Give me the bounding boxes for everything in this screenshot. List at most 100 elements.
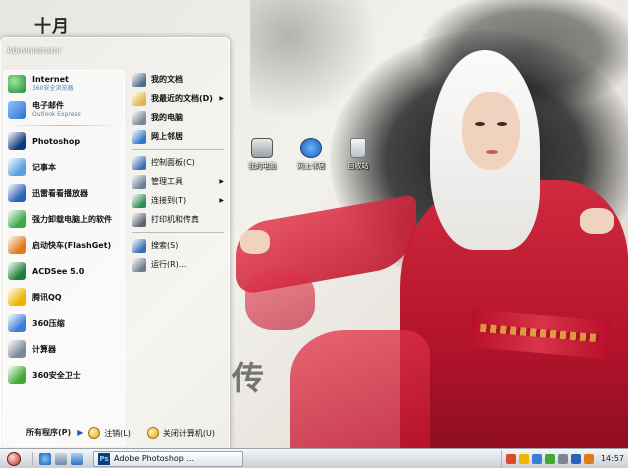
start-item-label: Photoshop bbox=[32, 136, 81, 146]
places-item-network[interactable]: 网上邻居 bbox=[128, 127, 228, 146]
desktop-icon-label: 网上邻居 bbox=[297, 162, 325, 170]
media-player-icon[interactable] bbox=[71, 452, 83, 465]
places-item-label: 管理工具 bbox=[151, 177, 183, 186]
start-item-360-safe[interactable]: 360安全卫士 bbox=[4, 362, 124, 388]
network-icon bbox=[300, 138, 322, 158]
start-item-compress[interactable]: 360压缩 bbox=[4, 310, 124, 336]
taskbar-button-photoshop[interactable]: Ps Adobe Photoshop ... bbox=[93, 450, 243, 467]
red-sleeve-fold bbox=[245, 270, 315, 330]
photoshop-icon: Ps bbox=[98, 452, 110, 465]
xunlei-tray-icon[interactable] bbox=[570, 453, 581, 464]
start-item-photoshop[interactable]: Photoshop bbox=[4, 128, 124, 154]
places-item-control-panel[interactable]: 控制面板(C) bbox=[128, 153, 228, 172]
start-button[interactable] bbox=[2, 450, 26, 468]
start-item-qq[interactable]: 腾讯QQ bbox=[4, 284, 124, 310]
qq-tray-icon[interactable] bbox=[518, 453, 529, 464]
desktop-icon-my-computer[interactable]: 我的电脑 bbox=[240, 138, 284, 171]
places-item-connect[interactable]: 连接到(T) ▶ bbox=[128, 191, 228, 210]
acdsee-icon bbox=[8, 262, 26, 280]
places-item-recent-docs[interactable]: 我最近的文档(D) ▶ bbox=[128, 89, 228, 108]
shutdown-button[interactable]: 关闭计算机(U) bbox=[146, 427, 215, 439]
power-icon bbox=[146, 427, 159, 439]
desktop-icon-recycle-bin[interactable]: 回收站 bbox=[336, 138, 380, 171]
start-item-notepad[interactable]: 记事本 bbox=[4, 154, 124, 180]
places-item-run[interactable]: 运行(R)... bbox=[128, 255, 228, 274]
360-tray-icon[interactable] bbox=[544, 453, 555, 464]
network-icon bbox=[132, 129, 146, 144]
ie-quicklaunch-icon[interactable] bbox=[39, 452, 51, 465]
system-tray: 14:57 bbox=[500, 449, 628, 468]
volume-icon[interactable] bbox=[557, 453, 568, 464]
uninstall-icon bbox=[8, 210, 26, 228]
places-item-label: 我的文档 bbox=[151, 75, 183, 84]
start-item-sublabel: Outlook Express bbox=[32, 111, 81, 118]
logoff-icon bbox=[88, 427, 101, 439]
compress-icon bbox=[8, 314, 26, 332]
places-item-label: 我最近的文档(D) bbox=[151, 94, 213, 103]
show-desktop-icon[interactable] bbox=[55, 452, 67, 465]
places-item-label: 连接到(T) bbox=[151, 196, 187, 205]
start-item-label: ACDSee 5.0 bbox=[32, 266, 85, 276]
computer-icon bbox=[251, 138, 273, 158]
qq-icon bbox=[8, 288, 26, 306]
places-item-computer[interactable]: 我的电脑 bbox=[128, 108, 228, 127]
network-tray-icon[interactable] bbox=[531, 453, 542, 464]
logoff-button[interactable]: 注销(L) bbox=[88, 427, 131, 439]
taskbar-button-label: Adobe Photoshop ... bbox=[114, 454, 195, 463]
start-menu: Administrator Internet 360安全浏览器 电子邮件 Out… bbox=[0, 37, 230, 449]
start-item-sublabel: 360安全浏览器 bbox=[32, 85, 74, 92]
internet-explorer-icon bbox=[8, 75, 26, 93]
ime-icon[interactable] bbox=[505, 453, 516, 464]
places-item-label: 我的电脑 bbox=[151, 113, 183, 122]
xunlei-player-icon bbox=[8, 184, 26, 202]
red-sleeve-lower bbox=[290, 330, 430, 448]
wallpaper-stamp: 传 bbox=[232, 359, 265, 397]
clock[interactable]: 14:57 bbox=[601, 454, 624, 463]
start-item-label: Internet bbox=[32, 75, 69, 84]
admin-tools-icon bbox=[132, 174, 146, 189]
places-item-label: 网上邻居 bbox=[151, 132, 183, 141]
start-item-xunlei-player[interactable]: 迅雷看看播放器 bbox=[4, 180, 124, 206]
brush-stroke bbox=[250, 0, 380, 120]
places-item-label: 运行(R)... bbox=[151, 260, 187, 269]
email-icon bbox=[8, 101, 26, 119]
places-item-admin-tools[interactable]: 管理工具 ▶ bbox=[128, 172, 228, 191]
start-item-label: 腾讯QQ bbox=[32, 292, 62, 302]
flashget-tray-icon[interactable] bbox=[583, 453, 594, 464]
logoff-label: 注销(L) bbox=[104, 428, 131, 438]
places-item-label: 搜索(S) bbox=[151, 241, 179, 250]
desktop-icon-network[interactable]: 网上邻居 bbox=[289, 138, 333, 171]
start-item-label: 电子邮件 bbox=[32, 101, 64, 110]
wallpaper-title: 十月 bbox=[34, 17, 70, 37]
face bbox=[462, 92, 520, 170]
start-item-uninstall[interactable]: 强力卸载电脑上的软件 bbox=[4, 206, 124, 232]
start-menu-programs-pane: Internet 360安全浏览器 电子邮件 Outlook Express P… bbox=[3, 70, 125, 446]
calculator-icon bbox=[8, 340, 26, 358]
places-item-label: 控制面板(C) bbox=[151, 158, 195, 167]
shutdown-label: 关闭计算机(U) bbox=[162, 428, 215, 438]
hand-right bbox=[580, 208, 614, 234]
start-item-label: 强力卸载电脑上的软件 bbox=[32, 214, 112, 224]
places-item-documents[interactable]: 我的文档 bbox=[128, 70, 228, 89]
computer-icon bbox=[132, 110, 146, 125]
places-item-search[interactable]: 搜索(S) bbox=[128, 236, 228, 255]
desktop-icon-label: 回收站 bbox=[347, 162, 369, 170]
documents-icon bbox=[132, 72, 146, 87]
start-item-label: 计算器 bbox=[32, 344, 56, 354]
hand-left bbox=[240, 230, 270, 254]
photoshop-icon bbox=[8, 132, 26, 150]
control-panel-icon bbox=[132, 155, 146, 170]
submenu-arrow-icon: ▶ bbox=[219, 95, 224, 102]
start-item-calculator[interactable]: 计算器 bbox=[4, 336, 124, 362]
places-item-printer[interactable]: 打印机和传真 bbox=[128, 210, 228, 229]
start-menu-separator bbox=[132, 232, 224, 233]
start-item-acdsee[interactable]: ACDSee 5.0 bbox=[4, 258, 124, 284]
printer-icon bbox=[132, 212, 146, 227]
start-item-label: 迅雷看看播放器 bbox=[32, 188, 88, 198]
start-menu-user: Administrator bbox=[7, 46, 62, 55]
start-item-flashget[interactable]: 启动快车(FlashGet) bbox=[4, 232, 124, 258]
start-item-email[interactable]: 电子邮件 Outlook Express bbox=[4, 97, 124, 123]
desktop-icon-label: 我的电脑 bbox=[248, 162, 276, 170]
start-item-label: 记事本 bbox=[32, 162, 56, 172]
start-item-internet[interactable]: Internet 360安全浏览器 bbox=[4, 71, 124, 97]
